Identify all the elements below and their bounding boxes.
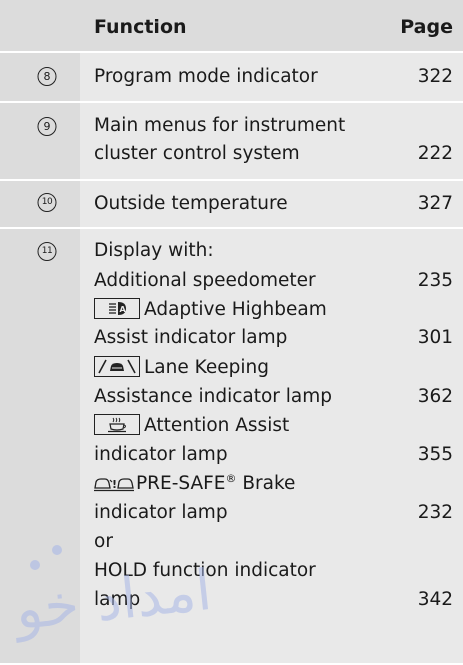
- svg-text:!: !: [112, 478, 117, 491]
- row-line: cluster control system 222: [94, 140, 453, 168]
- page-number: 222: [417, 143, 453, 164]
- function-text: Adaptive Highbeam: [144, 299, 327, 320]
- pre-safe-brake-icon: !: [94, 473, 134, 492]
- svg-text:A: A: [120, 305, 127, 314]
- row-line: Lane Keeping: [94, 354, 453, 382]
- function-text: Display with:: [94, 240, 214, 261]
- row-line: indicator lamp 232: [94, 499, 453, 527]
- adaptive-highbeam-icon: A: [94, 297, 140, 319]
- page-number: 232: [417, 502, 453, 523]
- table-header: Function Page: [0, 0, 463, 53]
- function-text: Main menus for instrument: [94, 115, 346, 136]
- row-line: indicator lamp 355: [94, 441, 453, 469]
- function-text: Attention Assist: [144, 415, 290, 436]
- row-line: Display with:: [94, 237, 453, 265]
- page-number: 327: [417, 193, 453, 214]
- function-text: Program mode indicator: [94, 66, 318, 87]
- row-line: ! PRE-SAFE® Brake: [94, 470, 453, 498]
- row-line: Assistance indicator lamp 362: [94, 383, 453, 411]
- page-column-header: Page: [400, 16, 453, 38]
- table-row-11: 11 Display with: Additional speedometer …: [0, 229, 463, 665]
- lane-keeping-icon: [94, 355, 140, 377]
- row-line: Additional speedometer 235: [94, 267, 453, 295]
- number-column-cell: [0, 103, 80, 179]
- table-row-10: 10 Outside temperature 327: [0, 181, 463, 229]
- item-number-badge: 10: [37, 193, 57, 212]
- function-text-after: Brake: [236, 473, 296, 494]
- row-line: Program mode indicator 322: [94, 63, 453, 91]
- table-row-9: 9 Main menus for instrument cluster cont…: [0, 103, 463, 181]
- function-text: Additional speedometer: [94, 270, 316, 291]
- registered-mark: ®: [225, 471, 237, 485]
- function-page-table: Function Page 8 Program mode indicator 3…: [0, 0, 463, 665]
- function-text: Assist indicator lamp: [94, 327, 288, 348]
- function-text: or: [94, 531, 113, 552]
- function-text: indicator lamp: [94, 444, 228, 465]
- item-number-badge: 11: [37, 242, 57, 261]
- item-number-badge: 9: [37, 117, 57, 136]
- page-number: 235: [417, 270, 453, 291]
- row-line: Assist indicator lamp 301: [94, 324, 453, 352]
- function-text: HOLD function indicator: [94, 560, 316, 581]
- function-text: lamp: [94, 589, 141, 610]
- page-number: 301: [417, 327, 453, 348]
- function-text: Outside temperature: [94, 193, 288, 214]
- page-number: 322: [417, 66, 453, 87]
- page-number: 362: [417, 386, 453, 407]
- watermark-dot: [52, 545, 62, 555]
- function-text: PRE-SAFE: [136, 473, 226, 494]
- attention-assist-icon: [94, 413, 140, 435]
- number-column-cell: [0, 229, 80, 663]
- item-number-badge: 8: [37, 67, 57, 86]
- row-line: Outside temperature 327: [94, 190, 453, 218]
- page-number: 355: [417, 444, 453, 465]
- function-column-header: Function: [94, 16, 187, 38]
- row-line: Main menus for instrument: [94, 112, 453, 140]
- function-text: cluster control system: [94, 143, 300, 164]
- function-text: Lane Keeping: [144, 357, 269, 378]
- function-text: indicator lamp: [94, 502, 228, 523]
- row-line: A Adaptive Highbeam: [94, 296, 453, 324]
- row-line: or: [94, 528, 453, 556]
- number-column-cell: [0, 0, 80, 51]
- function-text: Assistance indicator lamp: [94, 386, 333, 407]
- page-number: 342: [417, 589, 453, 610]
- watermark-dot: [30, 560, 40, 570]
- row-line: HOLD function indicator: [94, 557, 453, 585]
- table-row-8: 8 Program mode indicator 322: [0, 53, 463, 103]
- row-line: lamp 342: [94, 586, 453, 614]
- row-line: Attention Assist: [94, 412, 453, 440]
